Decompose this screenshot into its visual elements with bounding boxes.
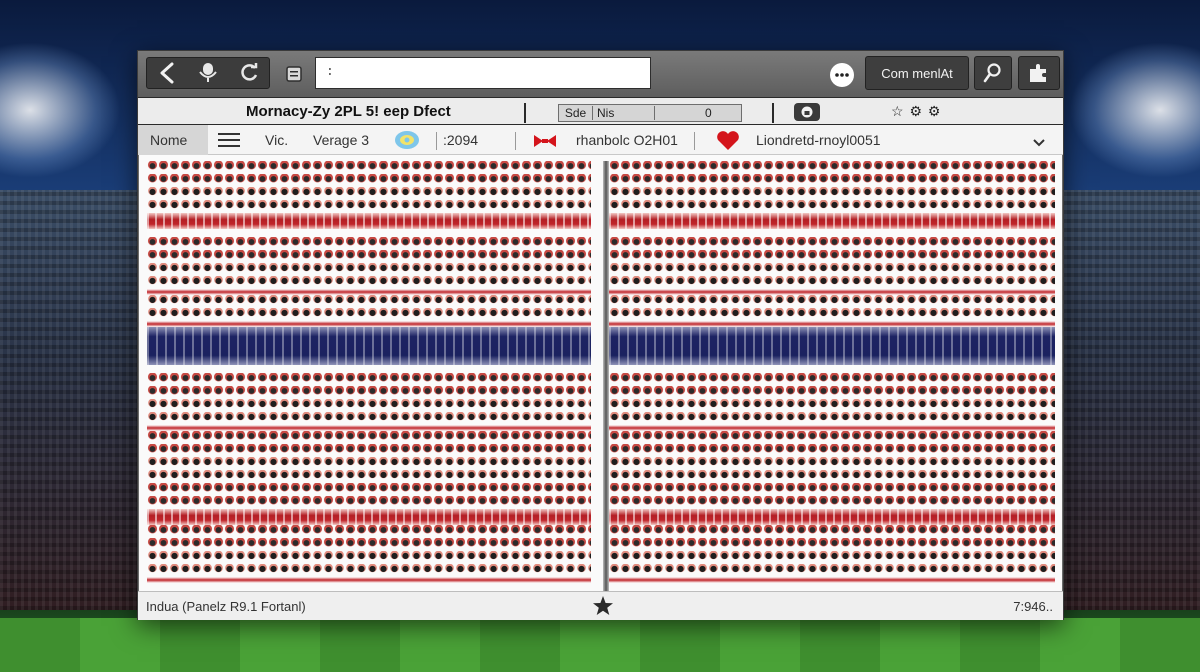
grid-panel-left[interactable] <box>147 161 591 591</box>
navy-band <box>147 327 591 365</box>
extensions-button[interactable] <box>1018 56 1060 90</box>
people-row <box>609 431 1055 457</box>
status-right-text: 7:946.. <box>1013 599 1053 614</box>
people-row <box>609 187 1055 213</box>
people-row <box>609 161 1055 187</box>
people-row <box>147 525 591 551</box>
grid-panel-right[interactable] <box>609 161 1055 591</box>
people-row <box>147 431 591 457</box>
bow-button[interactable] <box>534 134 556 150</box>
red-band <box>609 213 1055 229</box>
navy-band <box>609 327 1055 365</box>
lock-button[interactable] <box>794 103 820 121</box>
filter-separator <box>436 132 437 150</box>
people-row <box>609 483 1055 509</box>
globe-button[interactable] <box>394 130 420 153</box>
people-row <box>147 483 591 509</box>
crowd-grid <box>139 155 1062 591</box>
nav-group <box>146 57 270 89</box>
page-title: Mornacy-Zy 2PL 5! eep Dfect <box>246 103 451 120</box>
toolbar: : Com menlAt <box>138 51 1063 97</box>
microphone-icon <box>199 63 217 82</box>
row-gap <box>609 229 1055 237</box>
people-row <box>609 457 1055 483</box>
filter-bar: Nome Vic. Verage 3 :2094 rhanbolc O2H01 … <box>138 125 1063 155</box>
status-box: Sde Nis 0 <box>558 104 742 122</box>
people-row <box>609 237 1055 263</box>
more-options-button[interactable] <box>830 63 854 87</box>
filter-separator <box>694 132 695 150</box>
status-cell-b: Nis <box>593 106 655 120</box>
people-row <box>147 373 591 399</box>
bowtie-icon <box>534 135 556 147</box>
people-row <box>609 399 1055 425</box>
people-row <box>147 263 591 289</box>
title-separator <box>772 103 774 123</box>
menu-button[interactable] <box>218 133 240 150</box>
search-icon <box>983 63 1001 83</box>
row-gap <box>609 365 1055 373</box>
people-row <box>609 525 1055 551</box>
back-arrow-icon <box>160 62 174 84</box>
status-cell-a: Sde <box>559 106 593 120</box>
favorite-button[interactable] <box>716 131 740 154</box>
title-bar: Mornacy-Zy 2PL 5! eep Dfect Sde Nis 0 ☆ … <box>138 97 1063 125</box>
filter-rhanbolc[interactable]: rhanbolc O2H01 <box>576 132 678 148</box>
globe-icon <box>395 131 419 149</box>
hamburger-icon <box>218 133 240 147</box>
people-row <box>609 263 1055 289</box>
status-cell-c: 0 <box>705 106 712 120</box>
people-row <box>609 295 1055 321</box>
address-input[interactable]: : <box>315 57 651 89</box>
name-filter[interactable]: Nome <box>138 125 208 155</box>
row-gap <box>147 365 591 373</box>
people-row <box>147 295 591 321</box>
filter-code[interactable]: :2094 <box>443 132 478 148</box>
comment-button[interactable]: Com menlAt <box>865 56 969 90</box>
star-icon <box>593 596 613 615</box>
title-separator <box>524 103 526 123</box>
app-window: : Com menlAt Mornacy-Zy 2PL 5! eep Dfect… <box>137 50 1064 620</box>
status-left-text: Indua (Panelz R9.1 Fortanl) <box>146 599 306 614</box>
crowd-left <box>0 190 150 610</box>
filter-vic[interactable]: Vic. <box>265 132 288 148</box>
people-row <box>147 551 591 577</box>
people-row <box>147 457 591 483</box>
people-row <box>147 161 591 187</box>
dropdown-button[interactable] <box>1033 134 1045 150</box>
people-row <box>609 551 1055 577</box>
page-button[interactable] <box>281 61 307 87</box>
people-row <box>147 237 591 263</box>
filter-separator <box>515 132 516 150</box>
red-band <box>147 509 591 525</box>
filter-verage[interactable]: Verage 3 <box>313 132 369 148</box>
people-row <box>147 399 591 425</box>
chevron-down-icon <box>1033 139 1045 147</box>
title-icon-group[interactable]: ☆ ⚙ ⚙ <box>891 103 941 120</box>
microphone-button[interactable] <box>193 60 223 86</box>
heart-icon <box>717 131 739 150</box>
back-button[interactable] <box>152 60 182 86</box>
puzzle-icon <box>1030 64 1046 82</box>
filter-liondretd[interactable]: Liondretd-rnoyl0051 <box>756 132 881 148</box>
thin-red-band <box>147 577 591 583</box>
lock-icon <box>801 106 813 118</box>
crowd-right <box>1050 190 1200 610</box>
search-button[interactable] <box>974 56 1012 90</box>
status-bar: Indua (Panelz R9.1 Fortanl) 7:946.. <box>138 591 1063 620</box>
people-row <box>609 373 1055 399</box>
refresh-icon <box>240 63 257 81</box>
thin-red-band <box>609 577 1055 583</box>
row-gap <box>147 229 591 237</box>
people-row <box>147 187 591 213</box>
red-band <box>147 213 591 229</box>
pitch <box>0 618 1200 672</box>
more-dots-icon <box>835 73 849 77</box>
page-icon <box>286 66 302 82</box>
favorite-star-button[interactable] <box>592 595 614 620</box>
red-band <box>609 509 1055 525</box>
refresh-button[interactable] <box>234 60 264 86</box>
